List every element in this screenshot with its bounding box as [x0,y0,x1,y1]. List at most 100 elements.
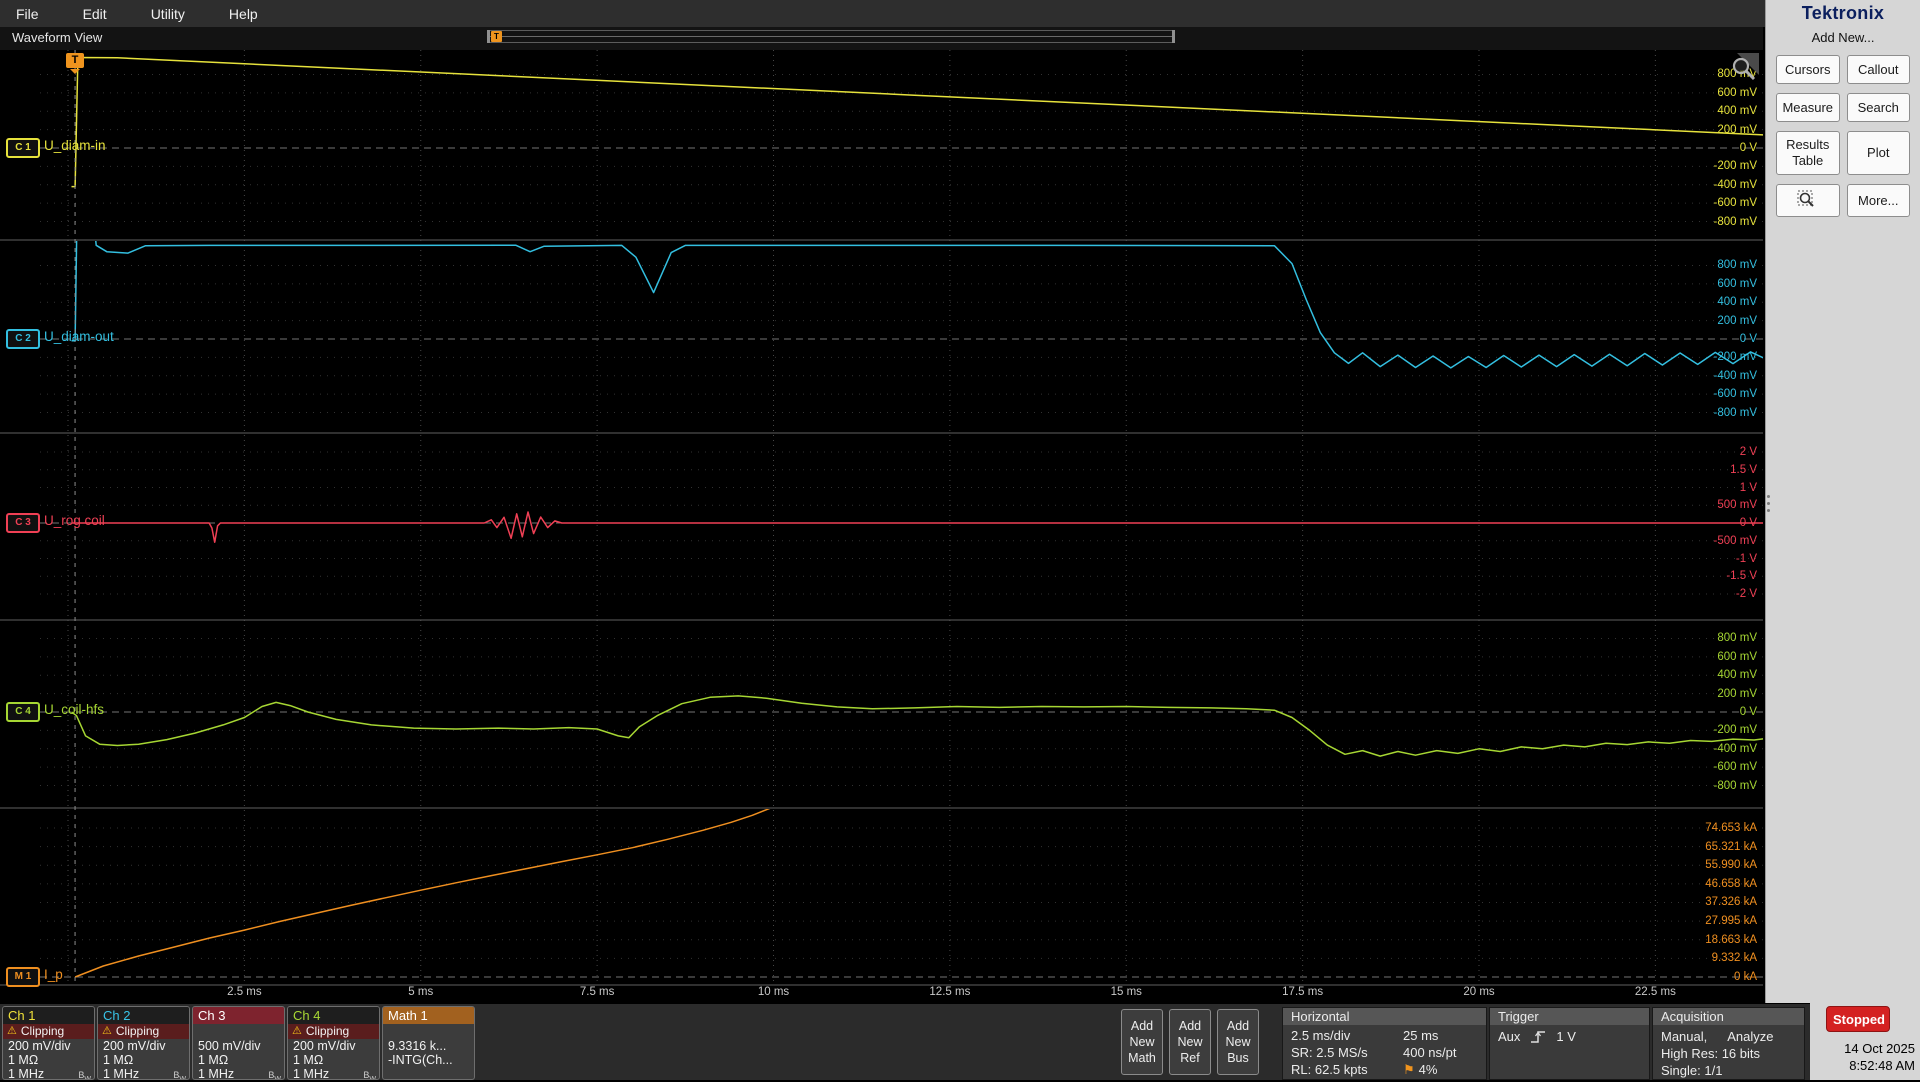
warning-icon: ⚠ [102,1025,112,1037]
menu-utility[interactable]: Utility [151,6,185,22]
search-button[interactable]: Search [1846,93,1910,122]
zoom-magnifier-icon[interactable] [1729,53,1759,83]
trigger-title: Trigger [1490,1008,1649,1025]
channel-setting-row: 500 mV/div [198,1039,261,1053]
position-flag-icon: ⚑ [1403,1062,1415,1077]
measure-button[interactable]: Measure [1776,93,1840,122]
horizontal-resolution: 400 ns/pt [1403,1045,1457,1060]
sidebar-buttons: Cursors Callout Measure Search Results T… [1766,45,1920,217]
horizontal-record-length: RL: 62.5 kpts [1291,1062,1368,1077]
horizontal-scale: 2.5 ms/div [1291,1028,1351,1043]
right-sidebar: Tektronix Add New... Cursors Callout Mea… [1765,0,1920,1080]
trace-m1 [74,809,771,978]
channel-setting-row: 1 MΩ [8,1053,39,1067]
channel-setting-row: -INTG(Ch... [388,1053,453,1067]
acquisition-single: Single: 1/1 [1661,1063,1723,1078]
channel-marker-c4[interactable]: C 4 [6,702,40,722]
add-new-math-button[interactable]: Add New Math [1121,1009,1163,1075]
horizontal-title: Horizontal [1283,1008,1486,1025]
tektronix-logo: Tektronix [1801,3,1885,23]
channel-badge-title: Math 1 [383,1007,474,1024]
bandwidth-limit-icon: BW [268,1070,281,1080]
trigger-flag-icon[interactable]: T [66,53,84,74]
channel-marker-c3[interactable]: C 3 [6,513,40,533]
acquisition-mode: Manual, [1661,1029,1708,1044]
callout-button[interactable]: Callout [1846,55,1910,84]
menu-edit[interactable]: Edit [83,6,107,22]
menu-bar: File Edit Utility Help [0,0,1765,27]
channel-setting-row: 200 mV/div [8,1039,71,1053]
magnifier-icon [1797,190,1814,207]
add-new-ref-button[interactable]: Add New Ref [1169,1009,1211,1075]
channel-setting-row: 1 MHz BW [193,1067,284,1080]
channel-marker-m1[interactable]: M 1 [6,967,40,987]
waveform-view-bar: Waveform View T [0,27,1763,50]
cursors-button[interactable]: Cursors [1776,55,1840,84]
channel-badge-strip: Ch 1 ⚠ Clipping 200 mV/div 1 MΩ 1 MHz BW Ch 2 ⚠ C… [2,1006,475,1080]
channel-marker-c2[interactable]: C 2 [6,329,40,349]
warning-icon: ⚠ [7,1025,17,1037]
trace-name-c4[interactable]: U_coil-hfs [44,702,104,717]
panel-splitter-handle[interactable] [1767,495,1770,512]
channel-setting-row: 1 MΩ [198,1053,229,1067]
run-stop-status-badge[interactable]: Stopped [1826,1006,1890,1032]
clipping-warning: ⚠ Clipping [288,1024,379,1039]
trace-name-c3[interactable]: U_rog coil [44,513,105,528]
trace-c3 [71,511,1763,543]
trace-c4 [71,695,1763,757]
channel-badge-ch4[interactable]: Ch 4 ⚠ Clipping 200 mV/div 1 MΩ 1 MHz BW [287,1006,380,1080]
horizontal-position: ⚑ 4% [1403,1062,1438,1077]
channel-setting-row: 200 mV/div [103,1039,166,1053]
menu-file[interactable]: File [16,6,39,22]
channel-setting-row: 200 mV/div [293,1039,356,1053]
channel-setting-row: 9.3316 k... [388,1039,447,1053]
channel-setting-row: 1 MΩ [293,1053,324,1067]
clipping-warning: ⚠ Clipping [3,1024,94,1039]
channel-badge-title: Ch 1 [3,1007,94,1024]
zoom-box-button[interactable] [1776,184,1840,217]
horizontal-panel[interactable]: Horizontal 2.5 ms/div 25 ms SR: 2.5 MS/s… [1282,1007,1487,1080]
more-button[interactable]: More... [1846,184,1910,217]
channel-badge-title: Ch 2 [98,1007,189,1024]
horizontal-sample-rate: SR: 2.5 MS/s [1291,1045,1368,1060]
bottom-bar: Ch 1 ⚠ Clipping 200 mV/div 1 MΩ 1 MHz BW Ch 2 ⚠ C… [0,1003,1810,1080]
channel-setting-row: 1 MHz BW [98,1067,189,1079]
bandwidth-limit-icon: BW [78,1070,91,1080]
rising-edge-icon [1531,1030,1546,1043]
trigger-source: Aux [1498,1029,1521,1044]
acquisition-title: Acquisition [1653,1008,1804,1025]
channel-badge-ch2[interactable]: Ch 2 ⚠ Clipping 200 mV/div 1 MΩ 1 MHz BW [97,1006,190,1080]
add-new-label: Add New... [1811,30,1875,45]
record-view-pan-bar[interactable]: T [487,30,1175,43]
channel-badge-ch1[interactable]: Ch 1 ⚠ Clipping 200 mV/div 1 MΩ 1 MHz BW [2,1006,95,1080]
channel-setting-row: 1 MHz BW [288,1067,379,1080]
plot-button[interactable]: Plot [1846,131,1910,175]
trace-name-m1[interactable]: I_p [44,967,63,982]
channel-badge-math1[interactable]: Math 1 9.3316 k... -INTG(Ch... [382,1006,475,1080]
clipping-warning: ⚠ Clipping [98,1024,189,1039]
acquisition-detail: High Res: 16 bits [1661,1046,1760,1061]
trace-c2 [71,241,1763,369]
waveform-display[interactable] [0,0,1920,1080]
bandwidth-limit-icon: BW [363,1070,376,1080]
trace-name-c2[interactable]: U_diam-out [44,329,114,344]
clock: 14 Oct 2025 8:52:48 AM [1795,1040,1915,1074]
pan-trigger-marker-icon[interactable]: T [491,31,502,42]
channel-setting-row: 1 MΩ [103,1053,134,1067]
acquisition-panel[interactable]: Acquisition Manual, Analyze High Res: 16… [1652,1007,1805,1080]
trigger-panel[interactable]: Trigger Aux 1 V [1489,1007,1650,1080]
add-new-buttons: Add New Math Add New Ref Add New Bus [1121,1009,1259,1075]
add-new-bus-button[interactable]: Add New Bus [1217,1009,1259,1075]
channel-badge-title: Ch 4 [288,1007,379,1024]
channel-marker-c1[interactable]: C 1 [6,138,40,158]
trace-name-c1[interactable]: U_diam-in [44,138,106,153]
channel-badge-ch3[interactable]: Ch 3 500 mV/div 1 MΩ 1 MHz BW [192,1006,285,1080]
time-text: 8:52:48 AM [1849,1058,1915,1073]
results-table-button[interactable]: Results Table [1776,131,1840,175]
channel-badge-title: Ch 3 [193,1007,284,1024]
trigger-level: 1 V [1556,1029,1576,1044]
waveform-view-title: Waveform View [12,30,103,45]
menu-help[interactable]: Help [229,6,258,22]
warning-icon: ⚠ [292,1025,302,1037]
channel-setting-row: 1 MHz BW [3,1067,94,1080]
